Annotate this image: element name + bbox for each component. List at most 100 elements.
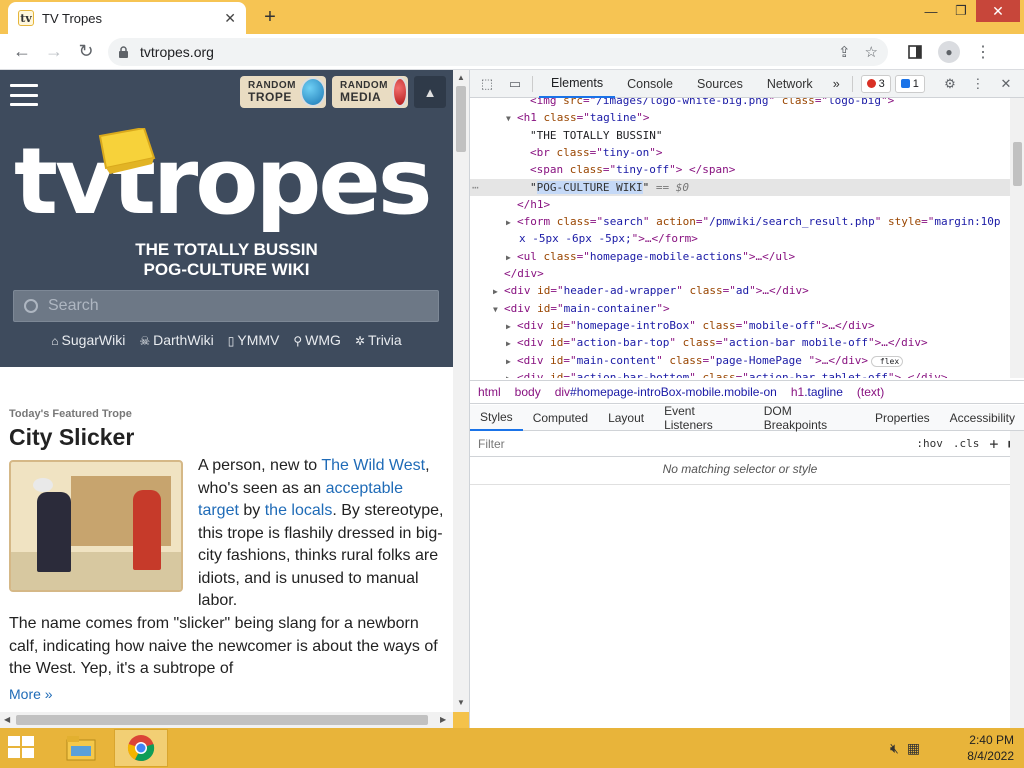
dom-node-line[interactable]: </div> xyxy=(470,265,1010,282)
collapsed-triangle-icon[interactable]: ▶ xyxy=(506,249,517,266)
link-the-locals[interactable]: the locals xyxy=(265,502,333,519)
dom-node-line[interactable]: ▶ <ul class="homepage-mobile-actions">…</… xyxy=(470,248,1010,265)
featured-trope-title[interactable]: City Slicker xyxy=(9,424,134,451)
scroll-up-arrow-icon[interactable]: ▲ xyxy=(457,73,465,82)
messages-badge[interactable]: 1 xyxy=(894,74,925,93)
maximize-button[interactable]: ❐ xyxy=(946,0,976,22)
dom-node-line[interactable]: ▶ <form class="search" action="/pmwiki/se… xyxy=(470,213,1010,230)
styles-tab-event-listeners[interactable]: Event Listeners xyxy=(654,404,754,432)
forward-button[interactable]: → xyxy=(38,36,70,68)
file-explorer-taskbar-icon[interactable] xyxy=(58,730,104,766)
dom-node-line[interactable]: "POG-CULTURE WIKI" == $0 xyxy=(470,178,1010,196)
dom-node-line[interactable]: "THE TOTALLY BUSSIN" xyxy=(470,127,1010,144)
breadcrumb-item[interactable]: div#homepage-introBox-mobile.mobile-on xyxy=(555,385,777,399)
devtools-tab-sources[interactable]: Sources xyxy=(685,70,755,98)
styles-tab-styles[interactable]: Styles xyxy=(470,405,523,431)
network-icon[interactable]: ▦ xyxy=(907,740,920,757)
dom-node-line[interactable]: <br class="tiny-on"> xyxy=(470,144,1010,161)
page-scroll-thumb[interactable] xyxy=(456,86,466,152)
settings-gear-icon[interactable]: ⚙ xyxy=(939,73,961,95)
scroll-left-arrow-icon[interactable]: ◀ xyxy=(4,715,10,724)
collapsed-triangle-icon[interactable]: ▶ xyxy=(506,335,517,352)
inspect-element-icon[interactable]: ⬚ xyxy=(476,73,498,95)
page-vertical-scrollbar[interactable]: ▲ ▼ xyxy=(453,70,469,712)
breadcrumb-item[interactable]: html xyxy=(478,385,501,399)
site-logo[interactable]: tvtropes xyxy=(14,132,433,232)
node-actions-icon[interactable]: ⋯ xyxy=(470,179,490,196)
windows-start-icon[interactable] xyxy=(8,736,36,760)
dom-node-line[interactable]: ▶ <div id="header-ad-wrapper" class="ad">… xyxy=(470,282,1010,299)
profile-button[interactable]: ● xyxy=(932,36,966,68)
new-tab-button[interactable]: + xyxy=(258,5,282,29)
dom-scroll-thumb[interactable] xyxy=(1013,142,1022,186)
styles-tab-computed[interactable]: Computed xyxy=(523,405,598,431)
styles-tab-properties[interactable]: Properties xyxy=(865,405,940,431)
dom-node-line[interactable]: <span class="tiny-off"> </span> xyxy=(470,161,1010,178)
minimize-button[interactable]: — xyxy=(916,0,946,22)
dom-node-line[interactable]: ▶ <div id="action-bar-top" class="action-… xyxy=(470,334,1010,351)
styles-tab-accessibility[interactable]: Accessibility xyxy=(940,405,1024,431)
collapsed-triangle-icon[interactable]: ▶ xyxy=(506,318,517,335)
devtools-tab-console[interactable]: Console xyxy=(615,70,685,98)
system-clock[interactable]: 2:40 PM 8/4/2022 xyxy=(950,732,1014,764)
styles-scrollbar[interactable] xyxy=(1010,431,1024,728)
hover-state-toggle[interactable]: :hov xyxy=(916,437,943,450)
link-the-wild-west[interactable]: The Wild West xyxy=(321,457,425,474)
menu-button[interactable]: ⋮ xyxy=(966,36,1000,68)
address-bar[interactable]: tvtropes.org ⇪ ☆ xyxy=(108,37,888,66)
dom-node-line[interactable]: ▼ <div id="main-container"> xyxy=(470,300,1010,317)
random-media-button[interactable]: RANDOM MEDIA xyxy=(332,76,408,108)
expanded-triangle-icon[interactable]: ▼ xyxy=(493,301,504,318)
more-tabs-button[interactable]: » xyxy=(825,70,848,98)
more-link[interactable]: More » xyxy=(9,686,53,702)
devtools-tab-network[interactable]: Network xyxy=(755,70,825,98)
dom-node-line[interactable]: </h1> xyxy=(470,196,1010,213)
collapsed-triangle-icon[interactable]: ▶ xyxy=(506,353,517,370)
bookmark-star-icon[interactable]: ☆ xyxy=(865,43,878,61)
wiki-link-wmg[interactable]: ⚲ WMG xyxy=(293,332,341,348)
hamburger-menu-icon[interactable] xyxy=(10,84,38,106)
expanded-triangle-icon[interactable]: ▼ xyxy=(506,110,517,127)
site-search-input[interactable]: Search xyxy=(13,290,439,322)
share-icon[interactable]: ⇪ xyxy=(838,43,851,61)
scroll-down-arrow-icon[interactable]: ▼ xyxy=(457,698,465,707)
dom-node-line[interactable]: x -5px -6px -5px;">…</form> xyxy=(470,230,1010,247)
errors-badge[interactable]: 3 xyxy=(860,74,891,93)
breadcrumb-item[interactable]: h1.tagline xyxy=(791,385,843,399)
featured-trope-image[interactable] xyxy=(9,460,183,592)
new-style-rule-icon[interactable]: + xyxy=(989,435,998,453)
chrome-taskbar-icon[interactable] xyxy=(114,729,168,767)
class-toggle[interactable]: .cls xyxy=(953,437,980,450)
browser-tab[interactable]: tv TV Tropes ✕ xyxy=(8,2,246,34)
device-toolbar-icon[interactable]: ▭ xyxy=(504,73,526,95)
dom-node-line[interactable]: <img src="/images/logo-white-big.png" cl… xyxy=(470,98,1010,109)
breadcrumb-item[interactable]: body xyxy=(515,385,541,399)
devtools-menu-icon[interactable]: ⋮ xyxy=(967,73,989,95)
close-tab-icon[interactable]: ✕ xyxy=(224,10,236,27)
close-window-button[interactable]: ✕ xyxy=(976,0,1020,22)
back-button[interactable]: ← xyxy=(6,36,38,68)
styles-filter-input[interactable]: Filter xyxy=(478,437,916,451)
reload-button[interactable]: ↻ xyxy=(70,36,102,68)
close-devtools-icon[interactable]: ✕ xyxy=(995,73,1017,95)
wiki-link-ymmv[interactable]: ▯ YMMV xyxy=(228,332,280,348)
scroll-right-arrow-icon[interactable]: ▶ xyxy=(440,715,446,724)
side-panel-button[interactable] xyxy=(898,36,932,68)
dom-tree-scrollbar[interactable] xyxy=(1010,98,1024,378)
dom-tree[interactable]: <img src="/images/logo-white-big.png" cl… xyxy=(470,98,1010,378)
page-hscroll-thumb[interactable] xyxy=(16,715,428,725)
dom-node-line[interactable]: ▶<div id="action-bar-bottom" class="acti… xyxy=(470,369,1010,378)
wiki-link-trivia[interactable]: ✲ Trivia xyxy=(355,332,402,348)
wiki-link-sugarwiki[interactable]: ⌂ SugarWiki xyxy=(51,332,125,348)
random-trope-button[interactable]: RANDOM TROPE xyxy=(240,76,326,108)
wiki-link-darthwiki[interactable]: ☠ DarthWiki xyxy=(139,332,213,348)
dom-node-line[interactable]: ▼ <h1 class="tagline"> xyxy=(470,109,1010,126)
collapsed-triangle-icon[interactable]: ▶ xyxy=(506,370,517,378)
speaker-muted-icon[interactable]: 🔇︎ xyxy=(890,740,899,757)
styles-tab-layout[interactable]: Layout xyxy=(598,405,654,431)
collapsed-triangle-icon[interactable]: ▶ xyxy=(506,214,517,231)
dom-node-line[interactable]: ▶ <div id="homepage-introBox" class="mobi… xyxy=(470,317,1010,334)
user-account-button[interactable]: ▲ xyxy=(414,76,446,108)
collapsed-triangle-icon[interactable]: ▶ xyxy=(493,283,504,300)
devtools-tab-elements[interactable]: Elements xyxy=(539,70,616,98)
